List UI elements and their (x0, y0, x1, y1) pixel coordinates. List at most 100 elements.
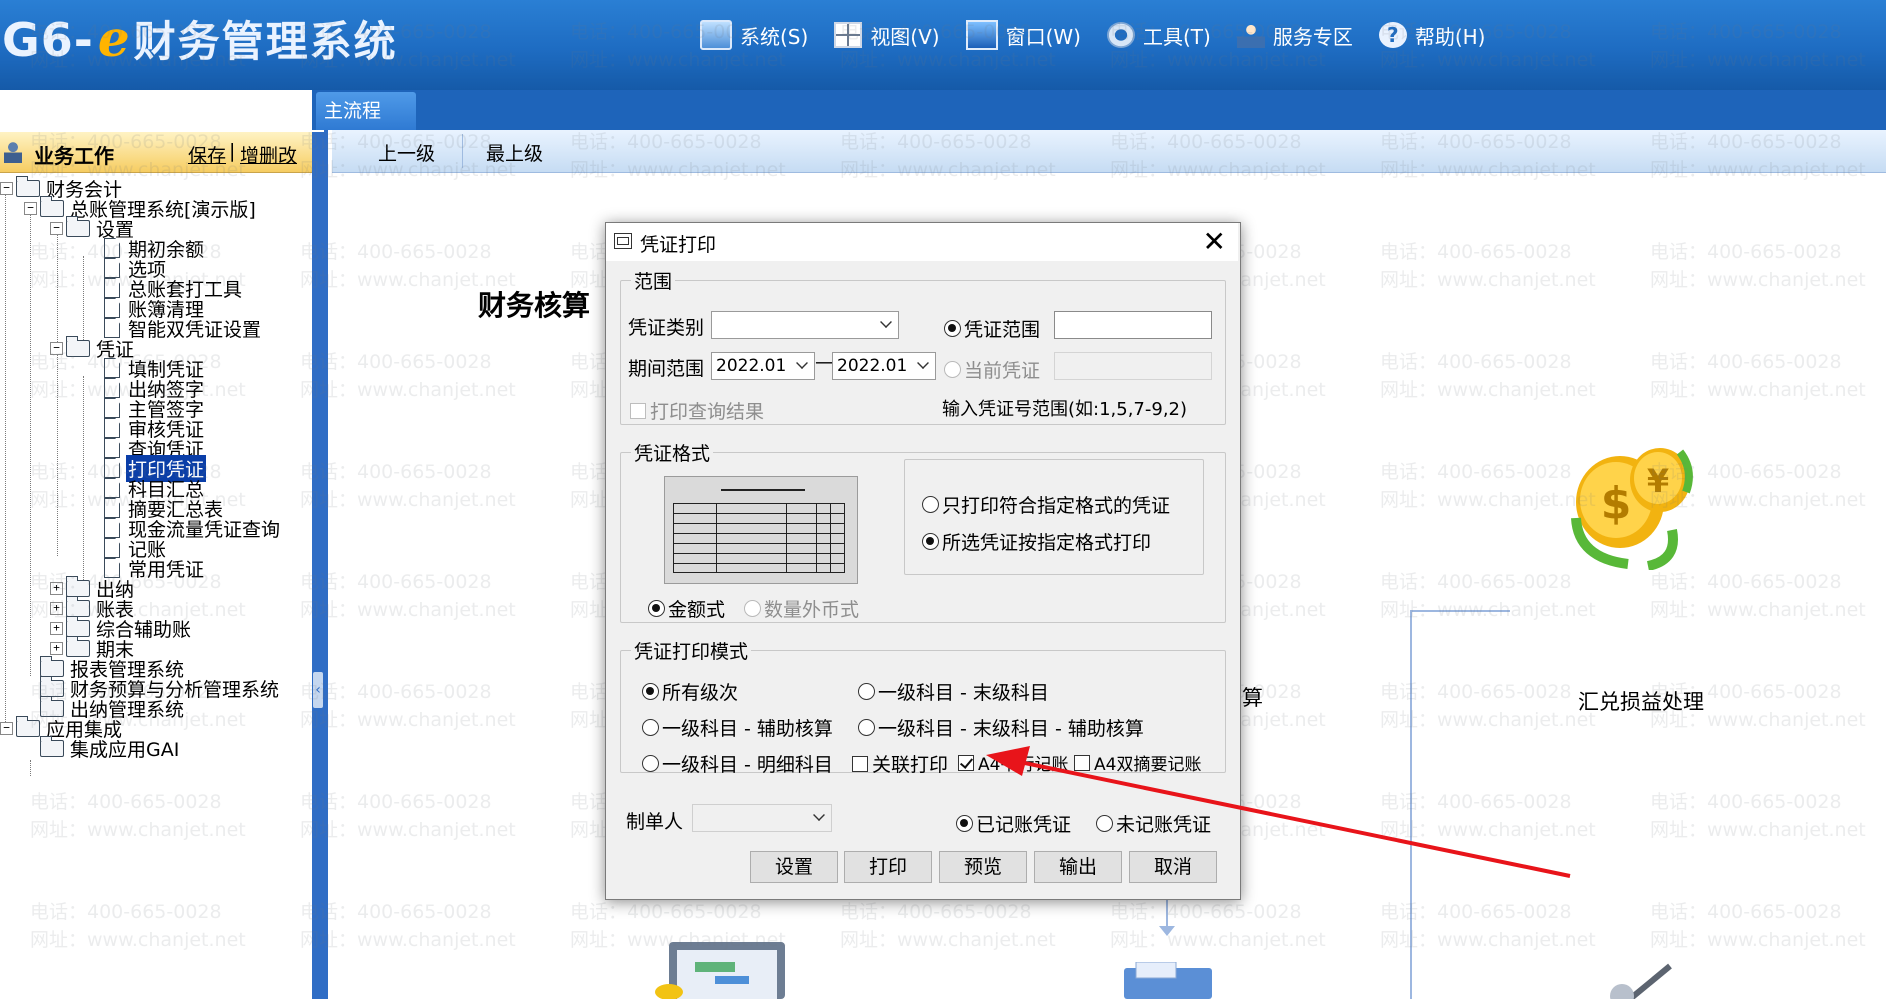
chevron-down-icon (880, 316, 892, 328)
document-icon (104, 258, 120, 278)
up-level-button[interactable]: 上一级 (378, 139, 435, 166)
radio-checked-icon (944, 320, 961, 337)
radio-unchecked-icon (858, 683, 875, 700)
panel-splitter[interactable]: ‹ (312, 132, 324, 999)
computer-icon (700, 20, 732, 50)
ledger-screen-icon[interactable] (655, 942, 791, 999)
menu-window[interactable]: 窗口(W) (965, 20, 1081, 50)
product-logo: G6-e财务管理系统 (2, 8, 398, 68)
menu-view[interactable]: 视图(V) (834, 21, 940, 50)
exchange-coin-icon[interactable]: $ ¥ (1568, 440, 1698, 570)
unposted-label: 未记账凭证 (1116, 814, 1212, 836)
print-window-icon (614, 233, 632, 249)
amount-style-radio[interactable]: 金额式 (648, 595, 725, 622)
voucher-range-input[interactable] (1054, 311, 1212, 339)
folder-icon (40, 675, 64, 697)
expand-icon[interactable]: + (50, 601, 63, 615)
a4-parallel-checkbox[interactable]: A4平行记账 (958, 750, 1068, 775)
menu-system-label: 系统(S) (740, 24, 809, 49)
dialog-titlebar: 凭证打印 ✕ (606, 223, 1238, 261)
close-button[interactable]: ✕ (1203, 225, 1226, 258)
first-aux-radio[interactable]: 一级科目 - 辅助核算 (642, 714, 833, 741)
settings-button[interactable]: 设置 (750, 851, 838, 883)
preview-title-line (721, 489, 805, 491)
expand-icon[interactable]: + (50, 621, 63, 635)
maker-select[interactable] (692, 804, 832, 832)
window-icon (965, 20, 998, 50)
quantity-fx-style-radio[interactable]: 数量外币式 (744, 595, 859, 622)
menu-tools[interactable]: 工具(T) (1107, 21, 1211, 50)
svg-text:$: $ (1601, 478, 1632, 529)
radio-unchecked-icon (944, 361, 961, 378)
chevron-down-icon (796, 357, 808, 369)
expand-icon[interactable]: + (50, 581, 63, 595)
first-last-aux-radio[interactable]: 一级科目 - 末级科目 - 辅助核算 (858, 714, 1144, 741)
collapse-icon[interactable]: − (50, 341, 63, 355)
export-button[interactable]: 输出 (1034, 851, 1122, 883)
menu-system[interactable]: 系统(S) (700, 20, 808, 50)
svg-text:¥: ¥ (1647, 462, 1669, 500)
voucher-type-select[interactable] (711, 311, 899, 339)
folder-icon (66, 615, 90, 637)
first-detail-label: 一级科目 - 明细科目 (662, 754, 833, 776)
only-matching-format-radio[interactable]: 只打印符合指定格式的凭证 (922, 491, 1170, 518)
a4-dual-abstract-label: A4双摘要记账 (1094, 755, 1202, 775)
tools-icon[interactable] (1600, 962, 1680, 999)
only-matching-label: 只打印符合指定格式的凭证 (942, 495, 1171, 517)
radio-unchecked-icon (744, 600, 761, 617)
tab-main-flow[interactable]: 主流程 (316, 92, 416, 130)
voucher-range-radio[interactable]: 凭证范围 (944, 315, 1040, 342)
collapse-panel-icon[interactable]: ‹ (313, 672, 323, 708)
logo-e: e (97, 9, 130, 68)
save-link[interactable]: 保存 (188, 141, 226, 168)
first-to-last-radio[interactable]: 一级科目 - 末级科目 (858, 678, 1049, 705)
radio-checked-icon (648, 600, 665, 617)
period-from-select[interactable]: 2022.01 (711, 352, 815, 380)
radio-checked-icon (642, 683, 659, 700)
print-query-result-label: 打印查询结果 (650, 401, 765, 423)
radio-unchecked-icon (642, 755, 659, 772)
print-button[interactable]: 打印 (844, 851, 932, 883)
exchange-gain-loss-node[interactable]: 汇兑损益处理 (1578, 686, 1704, 716)
linked-print-checkbox[interactable]: 关联打印 (852, 750, 948, 777)
folder-docs-icon[interactable] (1120, 962, 1216, 999)
tree-node-integration-gai[interactable]: 集成应用GAI (40, 735, 181, 761)
all-levels-radio[interactable]: 所有级次 (642, 678, 738, 705)
top-level-button[interactable]: 最上级 (486, 139, 543, 166)
posted-label: 已记账凭证 (976, 814, 1072, 836)
gear-icon (1107, 22, 1135, 48)
current-voucher-radio[interactable]: 当前凭证 (944, 356, 1040, 383)
preview-table-icon (673, 503, 845, 573)
menu-help[interactable]: ? 帮助(H) (1378, 21, 1485, 50)
collapse-icon[interactable]: − (0, 181, 13, 195)
grid-view-icon (834, 22, 863, 48)
folder-icon (40, 735, 64, 757)
flow-toolbar: 上一级 最上级 (332, 130, 1886, 173)
print-query-result-checkbox[interactable]: 打印查询结果 (630, 397, 764, 424)
flow-arrowhead-icon (1159, 926, 1175, 936)
posted-voucher-radio[interactable]: 已记账凭证 (956, 810, 1071, 837)
menu-service-label: 服务专区 (1272, 24, 1353, 49)
add-delete-link[interactable]: 增删改 (240, 141, 297, 168)
collapse-icon[interactable]: − (24, 201, 37, 215)
a4-dual-abstract-checkbox[interactable]: A4双摘要记账 (1074, 750, 1201, 775)
chevron-down-icon (917, 357, 929, 369)
collapse-icon[interactable]: − (50, 221, 63, 235)
expand-icon[interactable]: + (50, 641, 63, 655)
first-detail-radio[interactable]: 一级科目 - 明细科目 (642, 750, 833, 777)
period-to-select[interactable]: 2022.01 (832, 352, 936, 380)
current-voucher-input (1054, 352, 1212, 380)
period-range-label: 期间范围 (628, 358, 705, 380)
print-by-format-radio[interactable]: 所选凭证按指定格式打印 (922, 528, 1151, 555)
voucher-print-dialog: 凭证打印 ✕ 范围 凭证类别 凭证范围 期间范围 2022.01 — 2022.… (605, 222, 1241, 900)
unposted-voucher-radio[interactable]: 未记账凭证 (1096, 810, 1211, 837)
collapse-icon[interactable]: − (0, 721, 13, 735)
voucher-range-option-label: 凭证范围 (964, 319, 1041, 341)
checkbox-unchecked-icon (630, 402, 646, 419)
chevron-down-icon (813, 809, 825, 821)
cancel-button[interactable]: 取消 (1129, 851, 1217, 883)
tab-strip: 主流程 (312, 90, 1886, 130)
preview-button[interactable]: 预览 (939, 851, 1027, 883)
menu-service[interactable]: 服务专区 (1236, 21, 1353, 50)
range-legend: 范围 (634, 271, 673, 293)
